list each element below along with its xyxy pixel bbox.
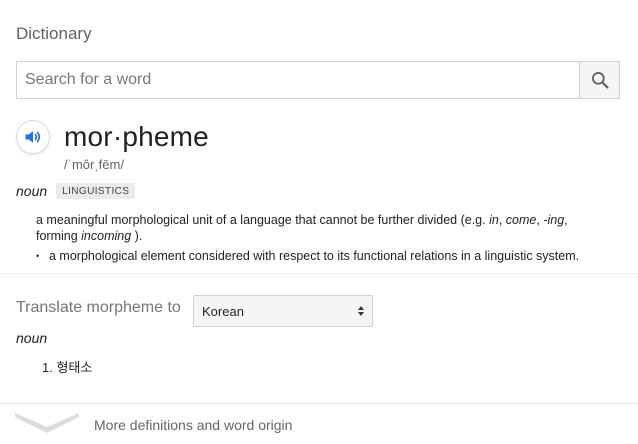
headword: mor·pheme [64,121,209,152]
select-arrows-icon [358,306,364,316]
pronunciation-button[interactable] [16,120,50,154]
translate-label: Translate morpheme to [16,299,181,316]
chevron-down-icon [15,413,79,433]
speaker-icon [25,131,41,143]
panel-title: Dictionary [16,24,92,43]
example-come: come [505,213,537,227]
search-bar [16,61,620,99]
phonetic-spelling: /ˈmôrˌfēm/ [64,157,124,172]
translation-part-of-speech: noun [16,330,48,346]
more-definitions-label: More definitions and word origin [94,417,293,433]
sub-definition: • a morphological element considered wit… [36,248,626,264]
selected-language: Korean [202,303,244,319]
example-incoming: incoming [81,229,132,243]
more-definitions-link[interactable]: More definitions and word origin [0,404,638,444]
definition: a meaningful morphological unit of a lan… [36,212,610,244]
sub-definition-text: a morphological element considered with … [49,249,580,263]
example-ing: -ing [543,213,565,227]
part-of-speech-row: noun LINGUISTICS [16,183,136,199]
search-input[interactable] [17,62,579,98]
translation-result: 1. 형태소 [42,360,93,375]
language-select[interactable]: Korean [193,295,373,327]
divider [0,273,638,274]
search-button[interactable] [579,62,619,98]
definition-text: a meaningful morphological unit of a lan… [36,213,490,227]
definition-end: ). [131,229,143,243]
domain-badge: LINGUISTICS [56,183,136,199]
dictionary-panel: Dictionary mor·pheme /ˈmôrˌfēm/ noun LIN… [0,0,638,444]
part-of-speech: noun [16,183,48,199]
example-in: in [489,213,499,227]
bullet-marker: • [36,251,40,261]
separator: , [498,213,506,227]
search-icon [591,72,609,89]
